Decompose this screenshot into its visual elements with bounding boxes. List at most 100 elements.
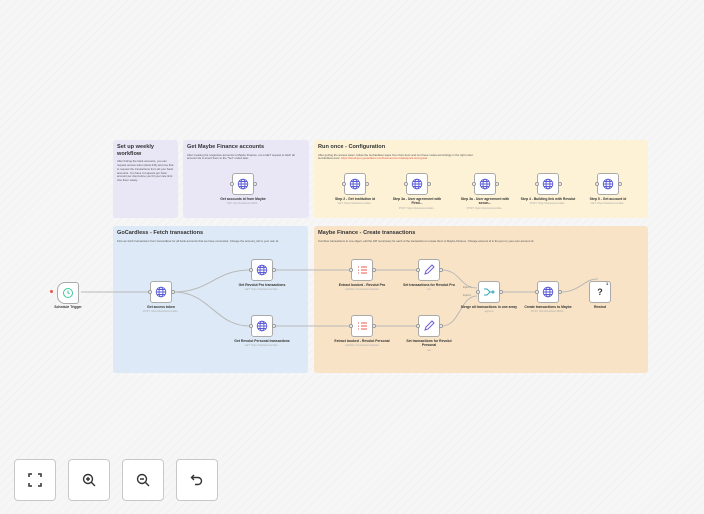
- connection-port[interactable]: [365, 182, 369, 186]
- connection-port[interactable]: [349, 268, 353, 272]
- token-node[interactable]: [150, 281, 172, 303]
- node-subtitle: POST: https://bankaccountdat...: [466, 206, 504, 210]
- node-label: Get Revolut Pro transactions GET: https:/…: [232, 283, 292, 291]
- connection-port[interactable]: [372, 268, 376, 272]
- globe-icon: [411, 178, 423, 190]
- connection-port[interactable]: [253, 182, 257, 186]
- fit-view-button[interactable]: [14, 459, 56, 501]
- step3a-node[interactable]: [406, 173, 428, 195]
- globe-icon: [256, 264, 268, 276]
- connection-port[interactable]: [476, 290, 480, 294]
- globe-icon: [479, 178, 491, 190]
- connection-port[interactable]: [439, 268, 443, 272]
- node-label: Get accounts id from Maybe GET: http://lo…: [213, 197, 273, 205]
- extpers-node[interactable]: [351, 315, 373, 337]
- globe-icon: [155, 286, 167, 298]
- extpro-node[interactable]: [351, 259, 373, 281]
- clock-icon: [63, 288, 73, 298]
- schedule-trigger-node[interactable]: [57, 282, 79, 304]
- connection-port[interactable]: [427, 182, 431, 186]
- connection-port[interactable]: [416, 268, 420, 272]
- node-subtitle: POST: http://localhost:3000/...: [530, 310, 566, 314]
- label-text: Step 3a - User agreement with Firstl...: [392, 197, 442, 206]
- node-subtitle: GET: https://bankaccountdat...: [337, 202, 373, 206]
- node-subtitle: POST: https://bankaccountdat...: [529, 202, 567, 206]
- merge-node[interactable]: [478, 281, 500, 303]
- node-label: Step 3a - User agreement with secon... PO…: [455, 197, 515, 210]
- list-icon: [358, 266, 367, 274]
- connection-port[interactable]: [558, 290, 562, 294]
- node-subtitle: GET: https://bankaccountdat...: [244, 344, 280, 348]
- connection-port[interactable]: [272, 268, 276, 272]
- create-node[interactable]: [537, 281, 559, 303]
- pencil-icon: [424, 320, 435, 331]
- connection-port[interactable]: [618, 182, 622, 186]
- connection-port[interactable]: [495, 182, 499, 186]
- node-label: Create transactions to Maybe POST: http:/…: [518, 305, 578, 313]
- globe-icon: [237, 178, 249, 190]
- connection-port[interactable]: [342, 182, 346, 186]
- node-subtitle: append: [484, 310, 494, 314]
- label-text: Step 3a - User agreement with secon...: [460, 197, 510, 206]
- zoom-out-icon: [136, 473, 150, 487]
- node-label: Step 3a - User agreement with Firstl... P…: [387, 197, 447, 210]
- connection-port[interactable]: [535, 182, 539, 186]
- revpers-node[interactable]: [251, 315, 273, 337]
- zoom-out-button[interactable]: [122, 459, 164, 501]
- node-label: Step 5 - Get account id GET: https://bank…: [578, 197, 638, 205]
- step2-node[interactable]: [344, 173, 366, 195]
- node-label: Schedule Trigger: [38, 305, 98, 309]
- label-text: Extract booked - Revolut Pro: [338, 283, 386, 287]
- setpro-node[interactable]: [418, 259, 440, 281]
- node-label: Extract booked - Revolut Personal splitOu…: [332, 339, 392, 347]
- zoom-in-button[interactable]: [68, 459, 110, 501]
- connection-port[interactable]: [535, 290, 539, 294]
- step4-node[interactable]: [537, 173, 559, 195]
- connection-port[interactable]: [249, 324, 253, 328]
- globe-icon: [256, 320, 268, 332]
- label-text: Rewind: [593, 305, 607, 309]
- merge-input-label: input 1: [463, 286, 471, 289]
- merge-input-label: input 2: [463, 294, 471, 297]
- label-text: Get Revolut Pro transactions: [238, 283, 286, 287]
- setpers-node[interactable]: [418, 315, 440, 337]
- pencil-icon: [424, 264, 435, 275]
- label-text: Step 2 - Get institution id: [334, 197, 376, 201]
- label-text: Create transactions to Maybe: [524, 305, 572, 309]
- revpro-node[interactable]: [251, 259, 273, 281]
- step3b-node[interactable]: [474, 173, 496, 195]
- connection-port[interactable]: [499, 290, 503, 294]
- undo-icon: [190, 474, 203, 486]
- maybe-accounts-node[interactable]: [232, 173, 254, 195]
- connection-port[interactable]: [439, 324, 443, 328]
- connection-port[interactable]: [595, 182, 599, 186]
- connection-port[interactable]: [272, 324, 276, 328]
- node-label: Set transactions for Revolut Personal set: [399, 339, 459, 352]
- undo-button[interactable]: [176, 459, 218, 501]
- connection-port[interactable]: [404, 182, 408, 186]
- node-subtitle: POST: https://bankaccountdat...: [142, 310, 180, 314]
- node-label: Rewind: [570, 305, 630, 309]
- connection-port[interactable]: [416, 324, 420, 328]
- connection-port[interactable]: [349, 324, 353, 328]
- connection-port[interactable]: [558, 182, 562, 186]
- connection-port[interactable]: [472, 182, 476, 186]
- globe-icon: [602, 178, 614, 190]
- connection-port[interactable]: [372, 324, 376, 328]
- connection-port[interactable]: [148, 290, 152, 294]
- node-subtitle: GET: https://bankaccountdat...: [244, 288, 280, 292]
- connection-port[interactable]: [171, 290, 175, 294]
- label-text: Get accounts id from Maybe: [220, 197, 266, 201]
- label-text: Extract booked - Revolut Personal: [334, 339, 390, 343]
- list-icon: [358, 322, 367, 330]
- connection-port[interactable]: [249, 268, 253, 272]
- globe-icon: [349, 178, 361, 190]
- node-label: Step 4 - Building link with Revolut POST:…: [518, 197, 578, 205]
- run-count-badge: 1: [606, 281, 609, 286]
- connections: [81, 269, 599, 327]
- fullscreen-icon: [28, 473, 42, 487]
- trigger-marker-icon: [50, 290, 53, 293]
- step5-node[interactable]: [597, 173, 619, 195]
- node-subtitle: splitOut: transactions.booked: [345, 344, 379, 348]
- connection-port[interactable]: [230, 182, 234, 186]
